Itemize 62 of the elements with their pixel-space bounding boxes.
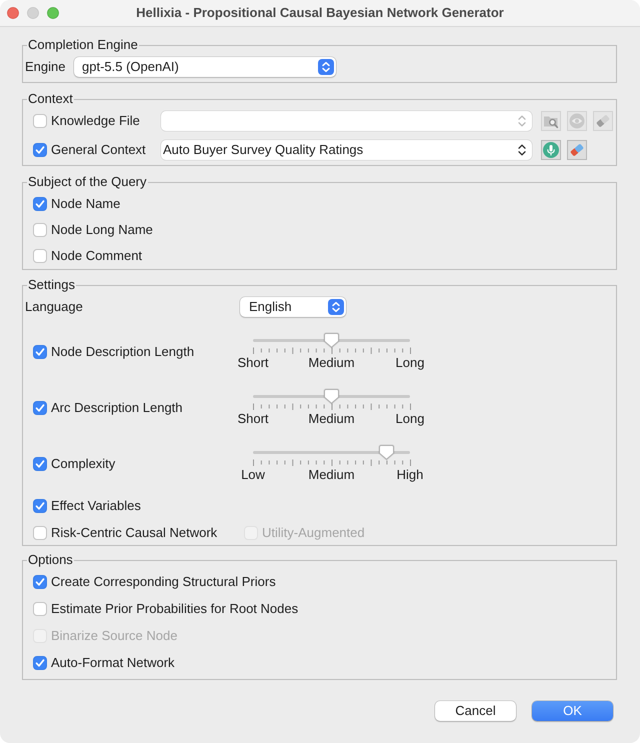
checkbox[interactable] (33, 223, 47, 237)
scale-label: Long (396, 411, 424, 427)
checkbox[interactable] (33, 457, 47, 471)
close-button[interactable] (7, 7, 19, 19)
checkbox-label: Complexity (51, 456, 116, 472)
group-title: Subject of the Query (27, 174, 148, 190)
checkbox-label: Effect Variables (51, 498, 141, 514)
checkbox-label: Utility-Augmented (262, 525, 365, 541)
window-title: Hellixia - Propositional Causal Bayesian Network Generator (135, 5, 505, 21)
checkbox[interactable] (33, 574, 47, 588)
group-title: Completion Engine (27, 37, 139, 53)
checkbox[interactable] (33, 602, 47, 616)
group-title: Context (27, 91, 74, 107)
checkbox-label: Risk-Centric Causal Network (51, 525, 218, 541)
checkbox-label: Create Corresponding Structural Priors (51, 574, 276, 590)
microphone-icon (543, 142, 559, 158)
eraser-icon (569, 142, 585, 158)
checkbox-label: Binarize Source Node (51, 628, 178, 644)
checkbox[interactable] (33, 345, 47, 359)
scale-label: Short (237, 411, 269, 427)
checkbox-label: Node Long Name (51, 222, 153, 238)
checkbox-label: Node Description Length (51, 344, 194, 360)
language-select[interactable]: English (240, 297, 346, 317)
clear-button[interactable] (567, 140, 587, 160)
scale-label: High (396, 467, 424, 483)
slider-thumb[interactable] (324, 389, 339, 404)
engine-label: Engine (25, 59, 66, 74)
updown-chevron-icon (518, 115, 526, 127)
checkbox[interactable] (33, 249, 47, 263)
checkbox[interactable] (33, 197, 47, 211)
checkbox[interactable] (33, 526, 47, 540)
checkbox[interactable] (33, 114, 47, 128)
checkbox[interactable] (33, 656, 47, 670)
checkbox-label: Knowledge File (51, 113, 140, 129)
checkbox[interactable] (33, 499, 47, 513)
stepper-icon (318, 59, 334, 75)
group-title: Settings (27, 277, 76, 293)
checkbox-label: General Context (51, 142, 146, 158)
checkbox-label: Node Name (51, 196, 120, 212)
updown-chevron-icon (518, 144, 526, 156)
cancel-button[interactable]: Cancel (435, 701, 516, 721)
checkbox-label: Arc Description Length (51, 400, 183, 416)
group-title: Options (27, 552, 74, 568)
scale-label: Short (237, 355, 269, 371)
general-context-field[interactable]: Auto Buyer Survey Quality Ratings (161, 140, 532, 160)
scale-label: Low (241, 467, 265, 483)
scale-label: Medium (308, 467, 355, 483)
zoom-button[interactable] (47, 7, 59, 19)
engine-select[interactable]: gpt-5.5 (OpenAI) (74, 57, 336, 77)
scale-label: Long (396, 355, 424, 371)
checkbox-label: Estimate Prior Probabilities for Root Nodes (51, 600, 298, 616)
checkbox-label: Node Comment (51, 248, 142, 264)
scale-label: Medium (308, 355, 355, 371)
stepper-icon (328, 299, 344, 315)
voice-input-button[interactable] (541, 140, 561, 160)
slider-thumb[interactable] (378, 445, 394, 460)
checkbox[interactable] (33, 401, 47, 415)
language-label: Language (25, 299, 83, 314)
checkbox[interactable] (33, 143, 47, 157)
scale-label: Medium (308, 411, 355, 427)
checkbox-label: Auto-Format Network (51, 654, 175, 670)
slider-thumb[interactable] (324, 333, 339, 348)
